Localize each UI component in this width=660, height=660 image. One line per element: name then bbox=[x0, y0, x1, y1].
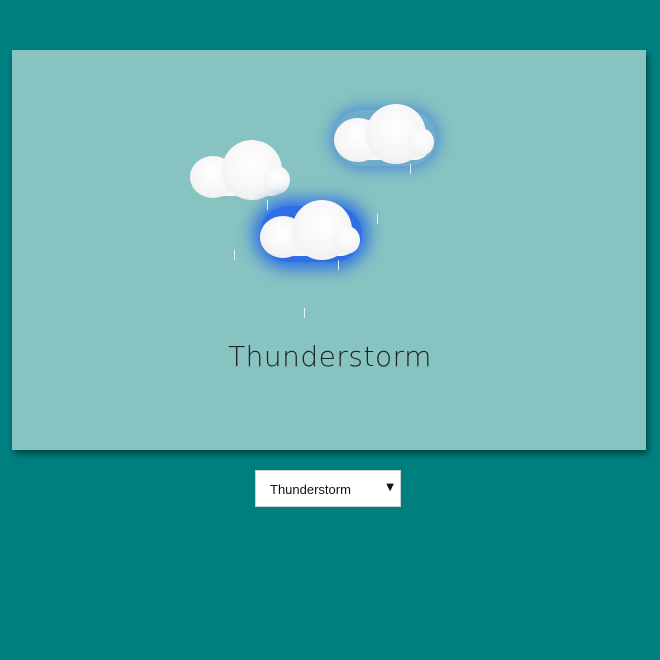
weather-scene: Thunderstorm bbox=[12, 50, 646, 450]
cloud-icon bbox=[258, 198, 368, 268]
rain-drop bbox=[304, 308, 305, 318]
cloud-icon bbox=[332, 102, 442, 172]
chevron-down-icon: ▼ bbox=[386, 482, 394, 493]
weather-select[interactable]: Thunderstorm ▼ bbox=[255, 470, 401, 507]
weather-condition-label: Thunderstorm bbox=[228, 340, 432, 373]
rain-drop bbox=[267, 200, 268, 210]
cloud-puff bbox=[408, 128, 434, 156]
cloud-puff bbox=[334, 226, 360, 254]
cloud-puff bbox=[264, 166, 290, 194]
rain-drop bbox=[377, 214, 378, 224]
rain-drop bbox=[234, 250, 235, 260]
rain-drop bbox=[338, 260, 339, 270]
weather-select-value: Thunderstorm bbox=[270, 482, 351, 497]
rain-drop bbox=[410, 164, 411, 174]
